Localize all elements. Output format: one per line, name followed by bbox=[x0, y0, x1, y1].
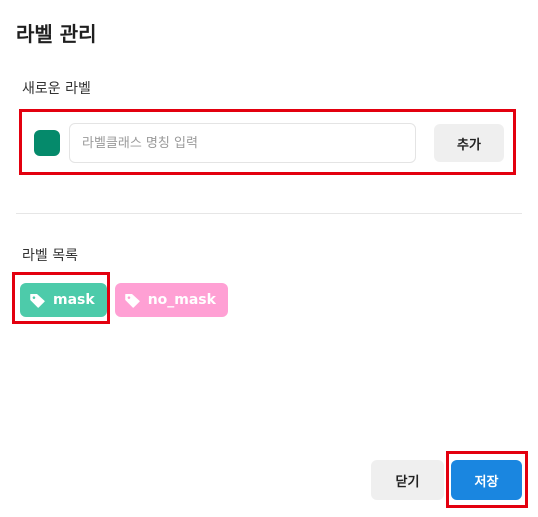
label-tag-name: no_mask bbox=[147, 292, 216, 308]
tag-icon bbox=[124, 293, 140, 308]
save-button-highlight bbox=[446, 451, 528, 508]
mask-tag-highlight bbox=[12, 272, 110, 324]
dialog-title: 라벨 관리 bbox=[16, 22, 97, 46]
label-list-heading: 라벨 목록 bbox=[22, 248, 78, 264]
add-label-button[interactable]: 추가 bbox=[434, 124, 504, 162]
close-button[interactable]: 닫기 bbox=[371, 460, 444, 500]
label-name-input[interactable] bbox=[69, 123, 416, 163]
new-label-heading: 새로운 라벨 bbox=[22, 81, 91, 97]
label-management-dialog: 라벨 관리 새로운 라벨 추가 라벨 목록 mask no_mask 닫기 저장 bbox=[0, 0, 538, 517]
label-tag-no-mask[interactable]: no_mask bbox=[114, 283, 228, 317]
section-divider bbox=[16, 213, 522, 214]
label-color-picker[interactable] bbox=[34, 130, 60, 156]
